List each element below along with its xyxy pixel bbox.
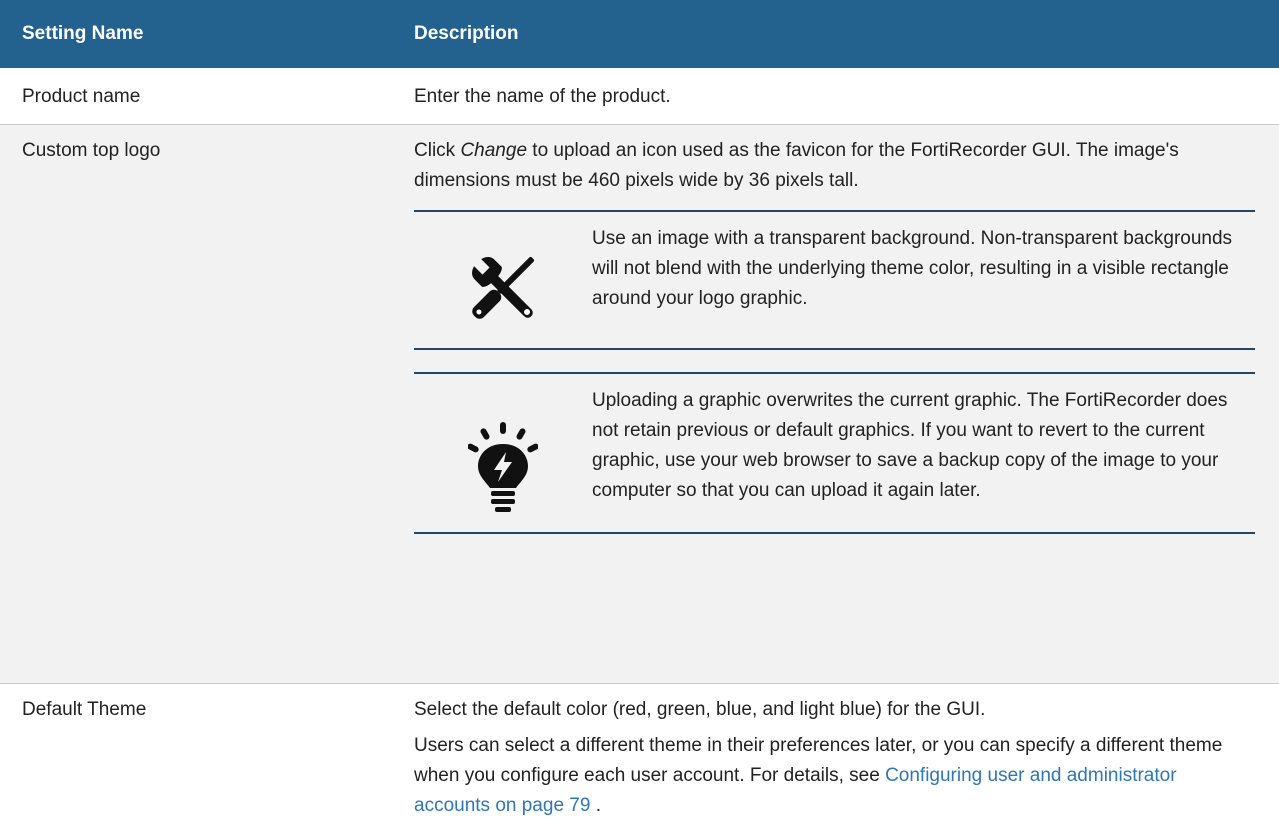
setting-name-cell: Custom top logo <box>22 140 161 161</box>
description-cell: Enter the name of the product. <box>414 86 671 107</box>
description-text: Click Change to upload an icon used as t… <box>414 136 1255 196</box>
tip-note: Uploading a graphic overwrites the curre… <box>414 372 1255 534</box>
description-text-end: . <box>590 795 601 816</box>
description-paragraph-1: Select the default color (red, green, bl… <box>414 699 986 720</box>
change-emphasis: Change <box>460 140 528 161</box>
description-text-end: to upload an icon used as the favicon fo… <box>414 140 1179 191</box>
lightbulb-icon <box>414 386 592 518</box>
description-cell: Click Change to upload an icon used as t… <box>392 125 1279 683</box>
description-cell: Select the default color (red, green, bl… <box>392 684 1279 816</box>
description-text-start: Click <box>414 140 461 161</box>
setting-name-cell: Default Theme <box>22 699 147 720</box>
caution-note-text: Use an image with a transparent backgrou… <box>592 228 1233 309</box>
settings-table: Setting Name Description Product name En… <box>0 0 1279 816</box>
table-row-default-theme: Default Theme Select the default color (… <box>0 684 1279 816</box>
header-setting-name: Setting Name <box>22 23 144 44</box>
caution-note: Use an image with a transparent backgrou… <box>414 210 1255 350</box>
tip-note-text: Uploading a graphic overwrites the curre… <box>592 390 1228 501</box>
description-paragraph-2: Users can select a different theme in th… <box>414 731 1255 821</box>
table-header: Setting Name Description <box>0 0 1279 68</box>
tools-icon <box>414 224 592 334</box>
table-row-custom-top-logo: Custom top logo Click Change to upload a… <box>0 125 1279 684</box>
header-description: Description <box>414 23 519 44</box>
setting-name-cell: Product name <box>22 86 141 107</box>
table-row-product-name: Product name Enter the name of the produ… <box>0 68 1279 125</box>
